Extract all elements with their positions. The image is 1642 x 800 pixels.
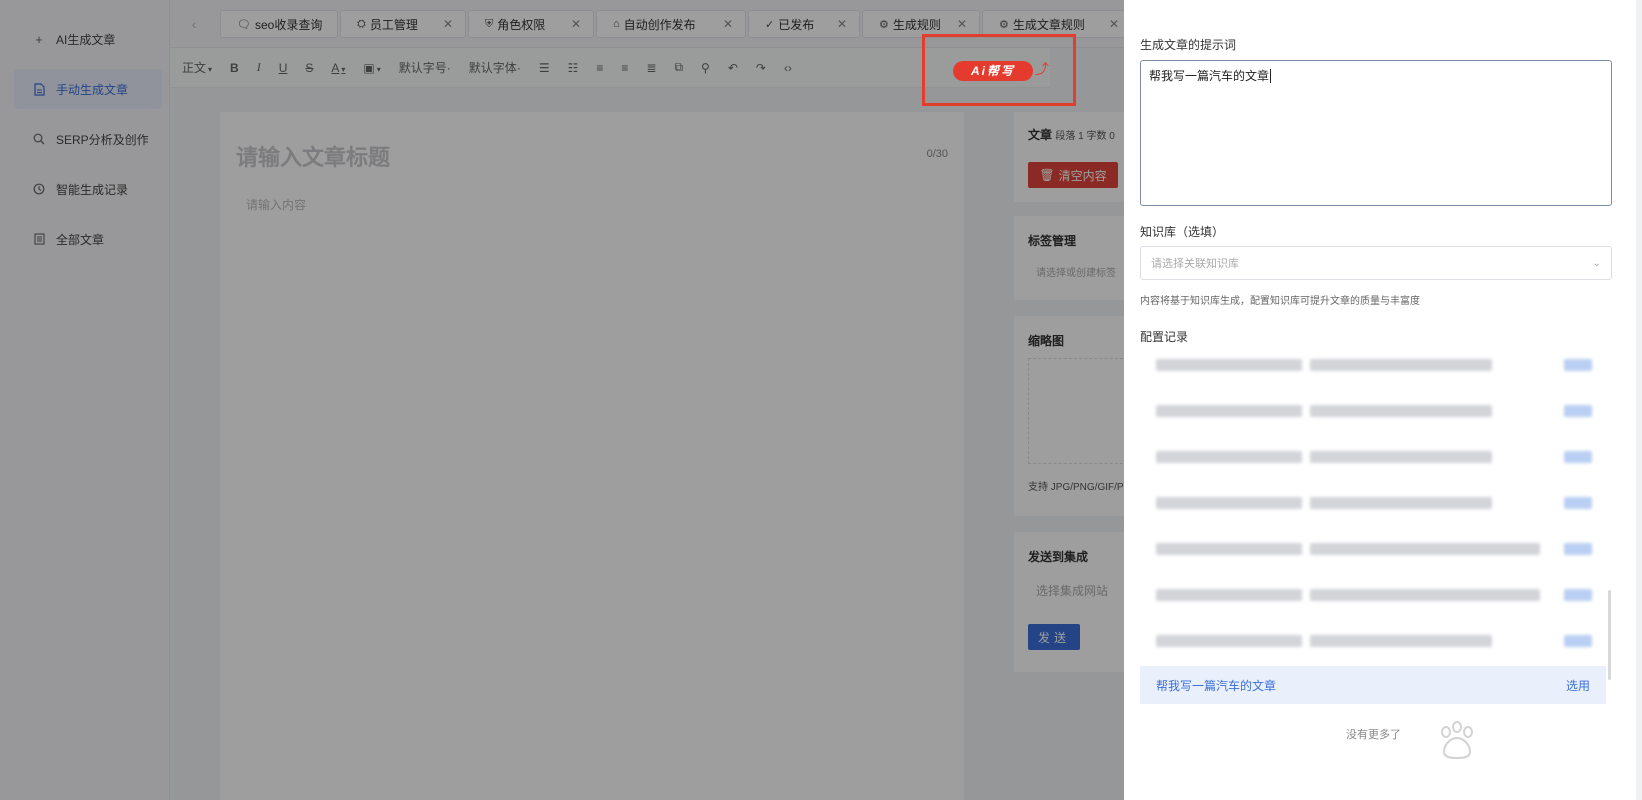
- highlight-box: Ai帮写 ⤴: [922, 34, 1076, 106]
- records-scrollbar[interactable]: [1608, 590, 1611, 680]
- overlay-mask[interactable]: [0, 0, 1124, 800]
- prompt-textarea[interactable]: 帮我写一篇汽车的文章: [1140, 60, 1612, 206]
- knowledge-base-hint: 内容将基于知识库生成，配置知识库可提升文章的质量与丰富度: [1140, 296, 1420, 307]
- record-row[interactable]: [1140, 438, 1602, 476]
- drawer-edge: [1636, 0, 1642, 800]
- use-record-button[interactable]: 选用: [1566, 677, 1590, 694]
- record-row[interactable]: [1140, 530, 1602, 568]
- cursor-arrow-icon: ⤴: [1035, 61, 1049, 77]
- ai-write-drawer: 生成文章的提示词 帮我写一篇汽车的文章 知识库（选填） 请选择关联知识库 ⌄ 内…: [1124, 0, 1642, 800]
- record-row[interactable]: [1140, 576, 1602, 614]
- record-row[interactable]: [1140, 392, 1602, 430]
- prompt-label: 生成文章的提示词: [1140, 38, 1237, 52]
- record-row[interactable]: [1140, 484, 1602, 522]
- knowledge-base-label: 知识库（选填）: [1140, 225, 1225, 239]
- ai-write-button[interactable]: Ai帮写: [953, 61, 1033, 81]
- record-text: 帮我写一篇汽车的文章: [1156, 678, 1277, 693]
- chevron-down-icon: ⌄: [1592, 257, 1601, 269]
- baidu-paw-watermark-icon: [1436, 720, 1478, 762]
- record-row[interactable]: [1140, 622, 1602, 660]
- no-more-text: 没有更多了: [1346, 729, 1401, 741]
- knowledge-base-select[interactable]: 请选择关联知识库 ⌄: [1140, 246, 1612, 280]
- records-label: 配置记录: [1140, 330, 1189, 344]
- record-row[interactable]: [1140, 346, 1602, 384]
- record-row-selected[interactable]: 帮我写一篇汽车的文章 选用: [1140, 666, 1606, 704]
